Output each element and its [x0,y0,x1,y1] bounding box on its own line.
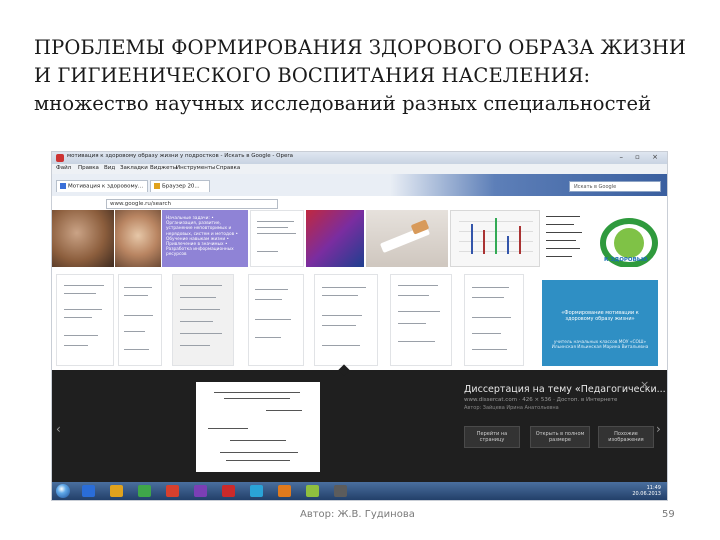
menu-widgets[interactable]: Виджеты [150,165,177,171]
search-box[interactable]: Искать в Google [569,181,661,192]
close-icon[interactable]: × [640,378,649,391]
taskbar-app-icon[interactable] [278,485,291,497]
menu-tools[interactable]: Инструменты [176,165,215,171]
result-illustration[interactable] [306,210,364,267]
menu-bookmarks[interactable]: Закладки [120,165,148,171]
page-number: 59 [662,509,675,520]
logo-caption: К ЗДОРОВЬЮ [604,257,648,263]
tab-search[interactable]: Мотивация к здоровому... [56,180,148,192]
result-document[interactable] [250,210,304,267]
tab-second[interactable]: Браузер 20... [150,180,210,192]
result-chart[interactable] [450,210,540,267]
menu-help[interactable]: Справка [216,165,240,171]
slide-subtitle: множество научных исследований разных сп… [34,92,652,115]
menu-file[interactable]: Файл [56,165,71,171]
result-photo[interactable] [52,210,114,267]
result-document[interactable] [172,274,234,366]
result-document[interactable] [248,274,304,366]
taskbar-app-icon[interactable] [138,485,151,497]
tab-label: Браузер 20... [162,183,200,190]
taskbar-app-icon[interactable] [222,485,235,497]
google-icon [60,183,66,189]
visit-page-button[interactable]: Перейти на страницу [464,426,520,448]
opera-icon [56,154,64,162]
tab-label: Мотивация к здоровому... [68,183,144,190]
result-slide[interactable]: Начальные задачи: • Организация, развити… [162,210,248,267]
detail-subtitle: Автор: Зайцева Ирина Анатольевна [464,405,559,411]
result-document[interactable] [56,274,114,366]
author-credit: Автор: Ж.В. Гудинова [300,509,415,520]
similar-images-button[interactable]: Похожие изображения [598,426,654,448]
slide-text: Начальные задачи: • Организация, развити… [166,216,239,258]
window-title: мотивация к здоровому образу жизни у под… [67,153,293,159]
address-bar[interactable]: www.google.ru/search [106,199,278,209]
clock-date: 20.06.2013 [632,491,661,497]
image-detail-panel: ‹ › Диссертация на тему «Педагогически..… [52,364,667,482]
slide-title-text: «Формирование мотивации к здоровому обра… [561,310,639,322]
slide-author-text: учитель начальных классов МОУ «СОШ» Ильи… [551,340,649,351]
result-text[interactable] [542,210,592,267]
result-document[interactable] [464,274,524,366]
menu-view[interactable]: Вид [104,165,115,171]
title-line-1: ПРОБЛЕМЫ ФОРМИРОВАНИЯ ЗДОРОВОГО ОБРАЗА Ж… [34,36,687,59]
window-controls[interactable]: – ▫ × [619,153,663,161]
result-document[interactable] [390,274,452,366]
title-line-2: И ГИГИЕНИЧЕСКОГО ВОСПИТАНИЯ НАСЕЛЕНИЯ: [34,64,591,87]
menu-bar: Файл Правка Вид Закладки Виджеты Инструм… [52,164,667,174]
result-photo[interactable] [115,210,161,267]
result-document[interactable] [118,274,162,366]
image-results-grid: Начальные задачи: • Организация, развити… [52,210,667,370]
taskbar-app-icon[interactable] [194,485,207,497]
slide-title: ПРОБЛЕМЫ ФОРМИРОВАНИЯ ЗДОРОВОГО ОБРАЗА Ж… [34,34,694,118]
taskbar-app-icon[interactable] [306,485,319,497]
next-arrow-icon[interactable]: › [656,422,661,436]
result-photo[interactable] [366,210,448,267]
window-titlebar: мотивация к здоровому образу жизни у под… [52,152,667,164]
detail-preview-image[interactable] [196,382,320,472]
taskbar-app-icon[interactable] [110,485,123,497]
full-size-button[interactable]: Открыть в полном размере [530,426,590,448]
result-logo[interactable]: К ЗДОРОВЬЮ [594,210,664,267]
detail-title[interactable]: Диссертация на тему «Педагогически... [464,384,666,395]
prev-arrow-icon[interactable]: ‹ [56,422,61,436]
page-icon [154,183,160,189]
detail-url[interactable]: www.dissercat.com · 426 × 536 · Достоп. … [464,397,617,403]
start-button-icon[interactable] [56,484,70,498]
taskbar-app-icon[interactable] [166,485,179,497]
result-slide[interactable]: «Формирование мотивации к здоровому обра… [542,280,658,366]
system-clock[interactable]: 11:49 20.06.2013 [632,485,661,497]
tab-bar: Мотивация к здоровому... Браузер 20... И… [52,174,667,196]
browser-screenshot: мотивация к здоровому образу жизни у под… [52,152,667,500]
menu-edit[interactable]: Правка [78,165,99,171]
taskbar-app-icon[interactable] [334,485,347,497]
taskbar-app-icon[interactable] [82,485,95,497]
windows-taskbar: 11:49 20.06.2013 [52,482,667,500]
taskbar-app-icon[interactable] [250,485,263,497]
result-document[interactable] [314,274,378,366]
